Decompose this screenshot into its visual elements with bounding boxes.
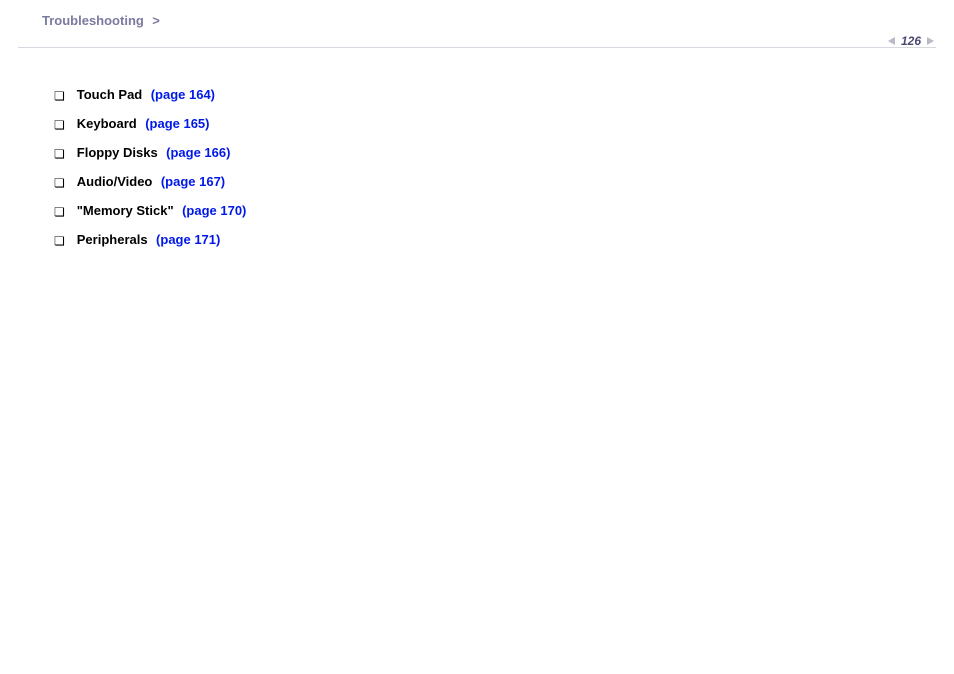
list-item: ❏ Peripherals (page 171) bbox=[54, 231, 246, 250]
arrow-right-icon[interactable] bbox=[927, 37, 934, 45]
bullet-icon: ❏ bbox=[54, 145, 65, 163]
bullet-icon: ❏ bbox=[54, 203, 65, 221]
item-link[interactable]: (page 170) bbox=[182, 203, 246, 218]
item-link[interactable]: (page 165) bbox=[145, 116, 209, 131]
list-item: ❏ "Memory Stick" (page 170) bbox=[54, 202, 246, 221]
item-label: Audio/Video bbox=[77, 174, 153, 189]
item-label: Keyboard bbox=[77, 116, 137, 131]
header: Troubleshooting > bbox=[0, 0, 954, 30]
bullet-icon: ❏ bbox=[54, 87, 65, 105]
content-area: ❏ Touch Pad (page 164) ❏ Keyboard (page … bbox=[54, 86, 246, 260]
item-link[interactable]: (page 166) bbox=[166, 145, 230, 160]
page-number: 126 bbox=[899, 34, 923, 48]
topic-list: ❏ Touch Pad (page 164) ❏ Keyboard (page … bbox=[54, 86, 246, 250]
list-item: ❏ Keyboard (page 165) bbox=[54, 115, 246, 134]
bullet-icon: ❏ bbox=[54, 116, 65, 134]
bullet-icon: ❏ bbox=[54, 232, 65, 250]
item-link[interactable]: (page 164) bbox=[151, 87, 215, 102]
arrow-left-icon[interactable] bbox=[888, 37, 895, 45]
breadcrumb-separator: > bbox=[152, 13, 160, 28]
list-item: ❏ Touch Pad (page 164) bbox=[54, 86, 246, 105]
item-label: Touch Pad bbox=[77, 87, 142, 102]
item-label: Peripherals bbox=[77, 232, 148, 247]
breadcrumb-title[interactable]: Troubleshooting bbox=[42, 13, 144, 28]
list-item: ❏ Floppy Disks (page 166) bbox=[54, 144, 246, 163]
page-indicator: 126 bbox=[888, 34, 934, 48]
item-label: Floppy Disks bbox=[77, 145, 158, 160]
item-link[interactable]: (page 171) bbox=[156, 232, 220, 247]
item-label: "Memory Stick" bbox=[77, 203, 174, 218]
bullet-icon: ❏ bbox=[54, 174, 65, 192]
list-item: ❏ Audio/Video (page 167) bbox=[54, 173, 246, 192]
divider bbox=[18, 47, 936, 48]
item-link[interactable]: (page 167) bbox=[161, 174, 225, 189]
